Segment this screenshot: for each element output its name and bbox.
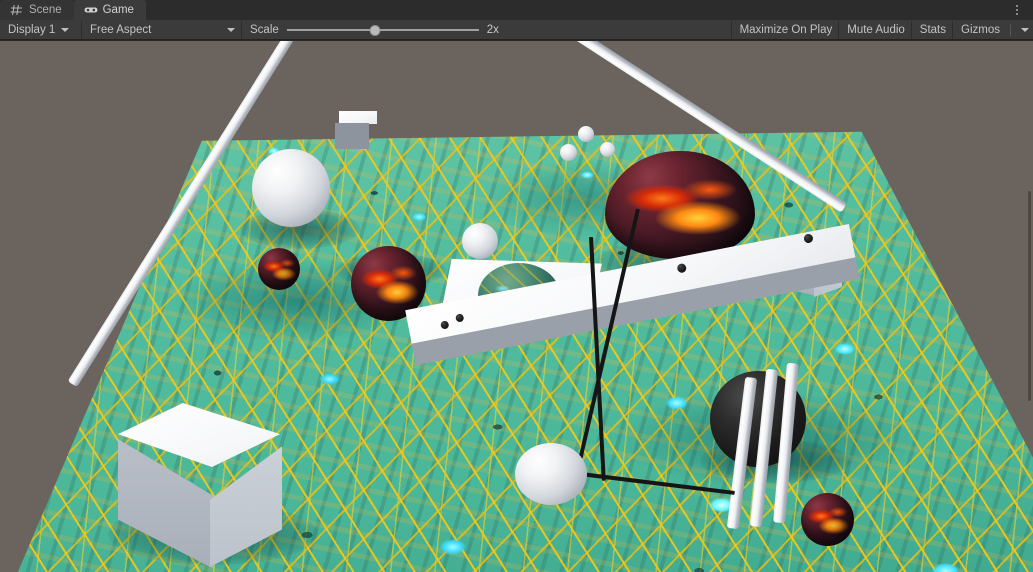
chevron-down-icon	[1021, 27, 1029, 32]
toolbar-right-group: Maximize On Play Mute Audio Stats Gizmos	[730, 20, 1033, 40]
horizon-cube[interactable]	[335, 111, 377, 149]
horizon-cube-face-front	[335, 123, 369, 149]
unity-game-view-window: Scene Game Display 1 Free Aspect Scale 2…	[0, 0, 1033, 572]
white-sphere-large[interactable]	[252, 149, 330, 227]
maximize-on-play-label: Maximize On Play	[739, 23, 833, 36]
gamepad-icon	[84, 7, 98, 13]
gizmos-divider	[1010, 23, 1011, 36]
tab-scene-label: Scene	[29, 4, 62, 16]
panel-options-menu-button[interactable]	[1007, 0, 1027, 20]
gizmos-label: Gizmos	[961, 23, 1000, 36]
scale-control-group: Scale 2x	[242, 21, 517, 39]
aspect-ratio-dropdown[interactable]: Free Aspect	[82, 20, 242, 39]
stats-toggle[interactable]: Stats	[910, 20, 952, 39]
scale-value: 2x	[486, 23, 499, 36]
lava-sphere-small[interactable]	[258, 248, 300, 290]
display-dropdown-label: Display 1	[8, 23, 56, 36]
chevron-down-icon	[61, 27, 70, 32]
scale-slider-track	[286, 28, 479, 31]
white-sphere-horizon-1[interactable]	[578, 126, 594, 142]
scale-slider[interactable]	[286, 23, 479, 37]
gizmos-dropdown[interactable]: Gizmos	[952, 20, 1033, 39]
more-vertical-icon-dot-3	[1016, 13, 1018, 15]
white-pillar-group[interactable]	[726, 359, 814, 530]
chevron-down-icon	[227, 27, 235, 32]
maximize-on-play-toggle[interactable]: Maximize On Play	[730, 20, 839, 39]
viewport-scrollbar-vertical[interactable]	[1028, 191, 1031, 401]
tab-scene[interactable]: Scene	[0, 0, 74, 20]
white-pillar-3	[773, 362, 799, 524]
white-sphere-mid[interactable]	[462, 223, 498, 259]
aspect-ratio-label: Free Aspect	[90, 23, 152, 36]
white-sphere-horizon-2[interactable]	[560, 144, 577, 161]
tab-game-label: Game	[102, 4, 134, 16]
game-viewport[interactable]	[0, 41, 1033, 572]
more-vertical-icon-dot-2	[1016, 9, 1018, 11]
white-sphere-horizon-3[interactable]	[600, 142, 615, 157]
mute-audio-label: Mute Audio	[847, 23, 905, 36]
scale-label: Scale	[250, 23, 279, 36]
scale-slider-handle[interactable]	[369, 24, 381, 36]
stats-label: Stats	[919, 23, 947, 36]
panel-tab-bar: Scene Game	[0, 0, 1033, 20]
display-dropdown[interactable]: Display 1	[0, 20, 82, 39]
grid-icon	[10, 4, 22, 16]
mute-audio-toggle[interactable]: Mute Audio	[838, 20, 911, 39]
white-sphere-small[interactable]	[515, 443, 587, 505]
tab-game[interactable]: Game	[73, 0, 146, 20]
game-view-toolbar: Display 1 Free Aspect Scale 2x Maximize …	[0, 20, 1033, 40]
large-white-cube[interactable]	[118, 403, 282, 571]
more-vertical-icon-dot-1	[1016, 5, 1018, 7]
